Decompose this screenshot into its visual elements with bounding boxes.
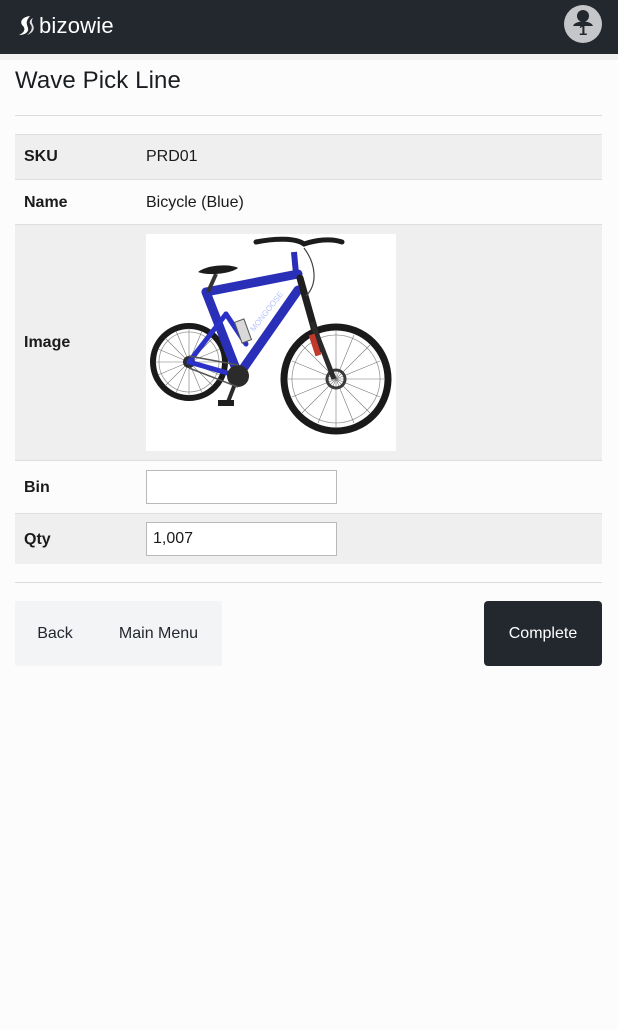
qty-input[interactable] [146,522,337,556]
user-count-badge: 1 [578,22,588,39]
nav-button-group: Back Main Menu [15,601,222,666]
back-button[interactable]: Back [15,601,95,666]
name-value: Bicycle (Blue) [146,194,244,211]
qty-label: Qty [24,531,51,548]
sku-value: PRD01 [146,148,198,165]
bin-input[interactable] [146,470,337,504]
table-row-name: Name Bicycle (Blue) [15,179,602,224]
image-label: Image [24,334,71,351]
bin-label: Bin [24,479,50,496]
table-row-qty: Qty [15,513,602,564]
table-row-image: Image MONGOOSE [15,224,602,460]
title-divider [15,115,602,116]
name-label: Name [24,194,68,211]
bicycle-image: MONGOOSE [150,236,392,435]
table-row-bin: Bin [15,460,602,513]
table-row-sku: SKU PRD01 [15,134,602,179]
product-image: MONGOOSE [146,234,396,451]
top-navbar: bizowie 1 [0,0,618,54]
page-title: Wave Pick Line [15,67,181,94]
user-menu-button[interactable]: 1 [564,5,602,43]
brand-logo[interactable]: bizowie [16,13,114,39]
header-shadow [0,54,618,60]
sku-label: SKU [24,148,58,165]
complete-button[interactable]: Complete [484,601,602,666]
bizowie-swoosh-icon [19,16,34,35]
main-menu-button[interactable]: Main Menu [95,601,222,666]
brand-name: bizowie [39,13,114,38]
actions-divider [15,582,602,583]
